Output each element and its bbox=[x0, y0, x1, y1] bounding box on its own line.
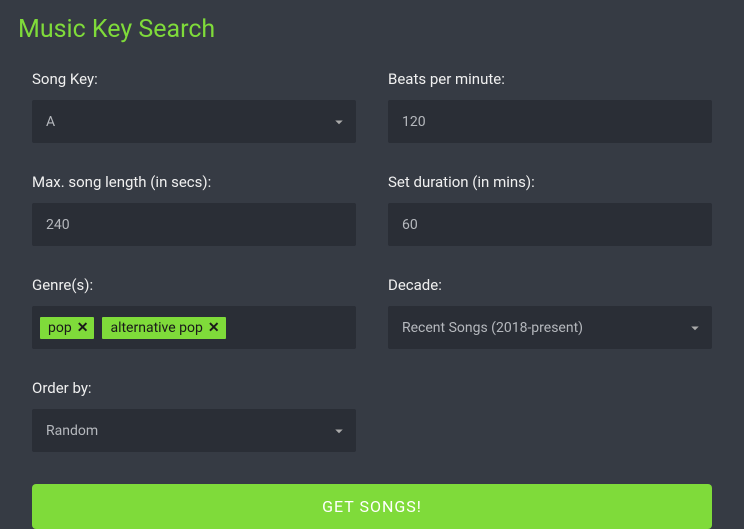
set-duration-input[interactable] bbox=[388, 203, 712, 246]
search-form: Song Key: A Beats per minute: Max. song … bbox=[18, 70, 726, 452]
decade-select[interactable]: Recent Songs (2018-present) bbox=[388, 306, 712, 349]
order-by-select[interactable]: Random bbox=[32, 409, 356, 452]
max-length-input[interactable] bbox=[32, 203, 356, 246]
max-length-field: Max. song length (in secs): bbox=[32, 173, 356, 246]
set-duration-label: Set duration (in mins): bbox=[388, 173, 712, 191]
bpm-input[interactable] bbox=[388, 100, 712, 143]
order-by-label: Order by: bbox=[32, 379, 356, 397]
bpm-label: Beats per minute: bbox=[388, 70, 712, 88]
genre-tag: pop ✕ bbox=[40, 317, 94, 339]
genre-tag-label: alternative pop bbox=[110, 320, 202, 336]
decade-field: Decade: Recent Songs (2018-present) bbox=[388, 276, 712, 349]
genres-label: Genre(s): bbox=[32, 276, 356, 294]
bpm-field: Beats per minute: bbox=[388, 70, 712, 143]
order-by-field: Order by: Random bbox=[32, 379, 356, 452]
decade-label: Decade: bbox=[388, 276, 712, 294]
page-title: Music Key Search bbox=[18, 15, 726, 44]
song-key-label: Song Key: bbox=[32, 70, 356, 88]
get-songs-button[interactable]: GET SONGS! bbox=[32, 484, 712, 529]
genre-tag: alternative pop ✕ bbox=[102, 317, 225, 339]
close-icon[interactable]: ✕ bbox=[208, 321, 220, 335]
genres-field: Genre(s): pop ✕ alternative pop ✕ bbox=[32, 276, 356, 349]
genres-input[interactable]: pop ✕ alternative pop ✕ bbox=[32, 306, 356, 349]
song-key-field: Song Key: A bbox=[32, 70, 356, 143]
song-key-select[interactable]: A bbox=[32, 100, 356, 143]
max-length-label: Max. song length (in secs): bbox=[32, 173, 356, 191]
set-duration-field: Set duration (in mins): bbox=[388, 173, 712, 246]
genre-tag-label: pop bbox=[48, 320, 72, 336]
close-icon[interactable]: ✕ bbox=[77, 321, 89, 335]
